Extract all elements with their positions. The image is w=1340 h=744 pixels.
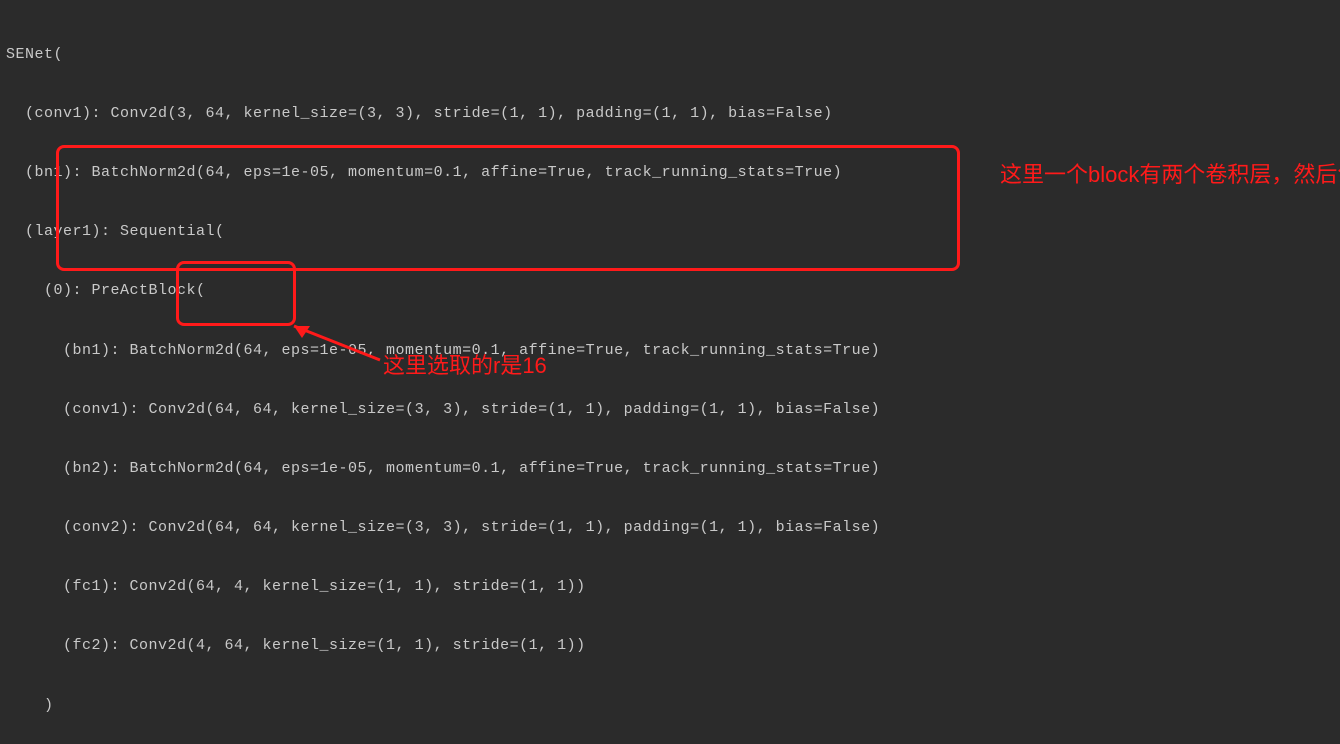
- code-line: (fc2): Conv2d(4, 64, kernel_size=(1, 1),…: [6, 631, 1334, 661]
- code-line: (layer1): Sequential(: [6, 217, 1334, 247]
- code-line: (conv1): Conv2d(64, 64, kernel_size=(3, …: [6, 395, 1334, 425]
- code-line: SENet(: [6, 40, 1334, 70]
- code-line: (fc1): Conv2d(64, 4, kernel_size=(1, 1),…: [6, 572, 1334, 602]
- code-line: ): [6, 691, 1334, 721]
- code-line: (bn1): BatchNorm2d(64, eps=1e-05, moment…: [6, 158, 1334, 188]
- code-line: (conv1): Conv2d(3, 64, kernel_size=(3, 3…: [6, 99, 1334, 129]
- code-line: (bn1): BatchNorm2d(64, eps=1e-05, moment…: [6, 336, 1334, 366]
- code-line: (conv2): Conv2d(64, 64, kernel_size=(3, …: [6, 513, 1334, 543]
- code-line: (bn2): BatchNorm2d(64, eps=1e-05, moment…: [6, 454, 1334, 484]
- code-line: (0): PreActBlock(: [6, 276, 1334, 306]
- code-block: SENet( (conv1): Conv2d(3, 64, kernel_siz…: [0, 0, 1340, 744]
